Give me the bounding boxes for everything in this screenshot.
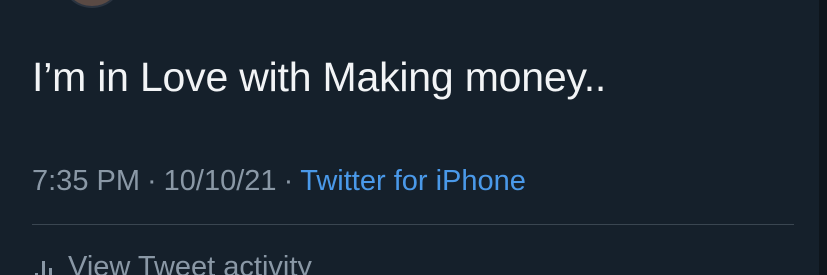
view-tweet-activity-button[interactable]: View Tweet activity <box>34 248 312 275</box>
meta-separator: · <box>283 165 294 197</box>
view-tweet-activity-label: View Tweet activity <box>68 251 312 275</box>
avatar[interactable] <box>64 0 120 8</box>
divider <box>32 224 794 225</box>
tweet-time[interactable]: 7:35 PM <box>32 165 140 197</box>
tweet-text: I’m in Love with Making money.. <box>32 54 607 100</box>
tweet-date[interactable]: 10/10/21 <box>164 165 277 197</box>
tweet-detail-view: I’m in Love with Making money.. 7:35 PM ·… <box>0 0 827 275</box>
screen-edge <box>819 0 827 275</box>
tweet-source-link[interactable]: Twitter for iPhone <box>300 165 526 197</box>
tweet-metadata: 7:35 PM · 10/10/21 · Twitter for iPhone <box>32 162 526 200</box>
meta-separator: · <box>147 165 157 197</box>
bar-chart-icon <box>35 261 52 275</box>
